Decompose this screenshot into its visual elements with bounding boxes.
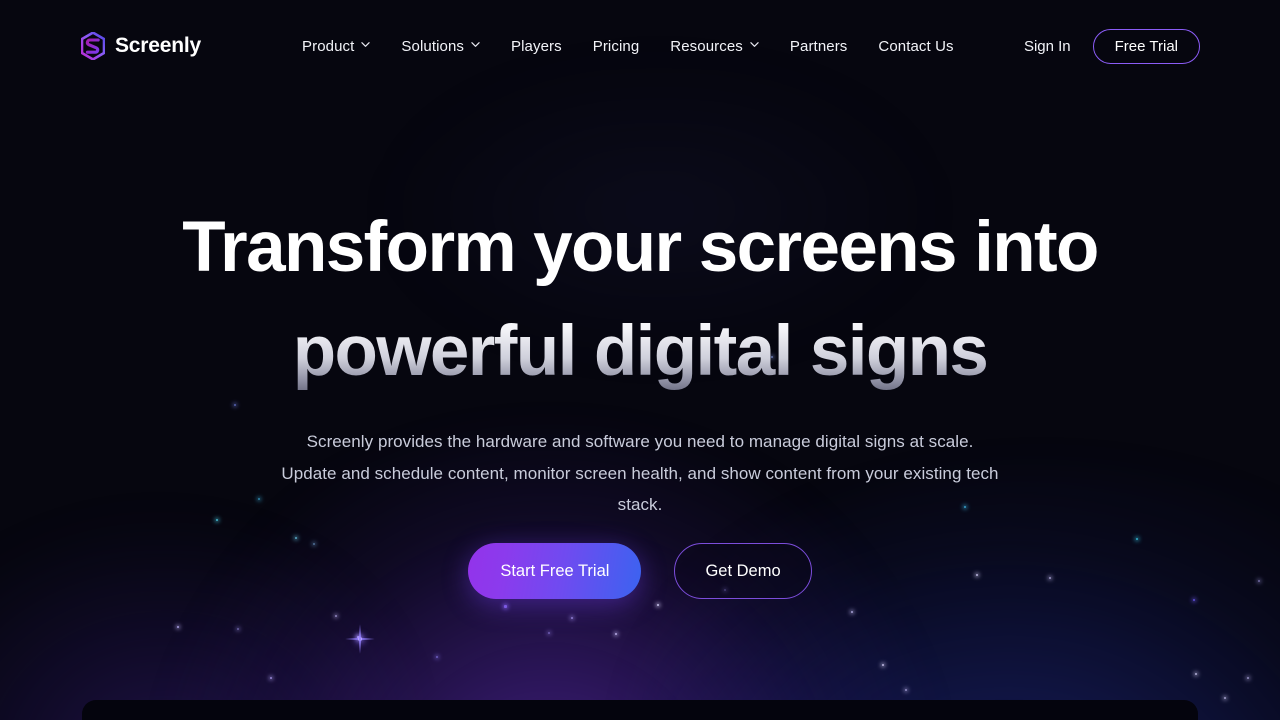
landing-page: Screenly Product Solutions Players Pricing R… [0, 0, 1280, 720]
chevron-down-icon [750, 40, 759, 49]
nav-item-label: Solutions [401, 37, 465, 55]
nav-actions: Sign In Free Trial [1024, 0, 1200, 92]
nav-item-label: Resources [670, 37, 743, 55]
chevron-down-icon [361, 40, 371, 49]
nav-item-label: Pricing [592, 37, 640, 55]
chevron-down-icon [471, 40, 480, 49]
bottom-content-panel [82, 700, 1198, 720]
screenly-hexagon-s-logo-icon [80, 31, 106, 61]
hero-cta-row: Start Free Trial Get Demo [0, 543, 1280, 599]
get-demo-button[interactable]: Get Demo [674, 543, 812, 599]
top-navigation-bar: Screenly Product Solutions Players Pricing R… [0, 0, 1280, 92]
hero-section: Transform your screens into powerful dig… [0, 0, 1280, 720]
headline-line-2: powerful digital signs [0, 300, 1280, 404]
nav-item-label: Contact Us [878, 37, 954, 55]
nav-item-solutions[interactable]: Solutions [401, 38, 480, 55]
nav-item-contact-us[interactable]: Contact Us [878, 38, 953, 55]
headline-line-1: Transform your screens into [182, 208, 1099, 287]
brand-logo-link[interactable]: Screenly [80, 31, 201, 61]
nav-item-product[interactable]: Product [302, 37, 371, 55]
nav-item-label: Players [511, 37, 562, 55]
nav-links: Product Solutions Players Pricing Resources P… [302, 0, 954, 92]
start-free-trial-button[interactable]: Start Free Trial [468, 543, 642, 599]
nav-item-resources[interactable]: Resources [670, 38, 759, 55]
free-trial-button[interactable]: Free Trial [1092, 28, 1200, 64]
nav-item-label: Product [302, 37, 355, 55]
nav-item-players[interactable]: Players [511, 38, 562, 55]
nav-item-label: Partners [789, 37, 848, 55]
sign-in-link[interactable]: Sign In [1024, 38, 1071, 55]
brand-name: Screenly [115, 34, 201, 57]
hero-headline: Transform your screens into powerful dig… [0, 196, 1280, 404]
nav-item-partners[interactable]: Partners [790, 38, 848, 55]
nav-item-pricing[interactable]: Pricing [593, 38, 640, 55]
hero-subtitle: Screenly provides the hardware and softw… [281, 432, 999, 514]
